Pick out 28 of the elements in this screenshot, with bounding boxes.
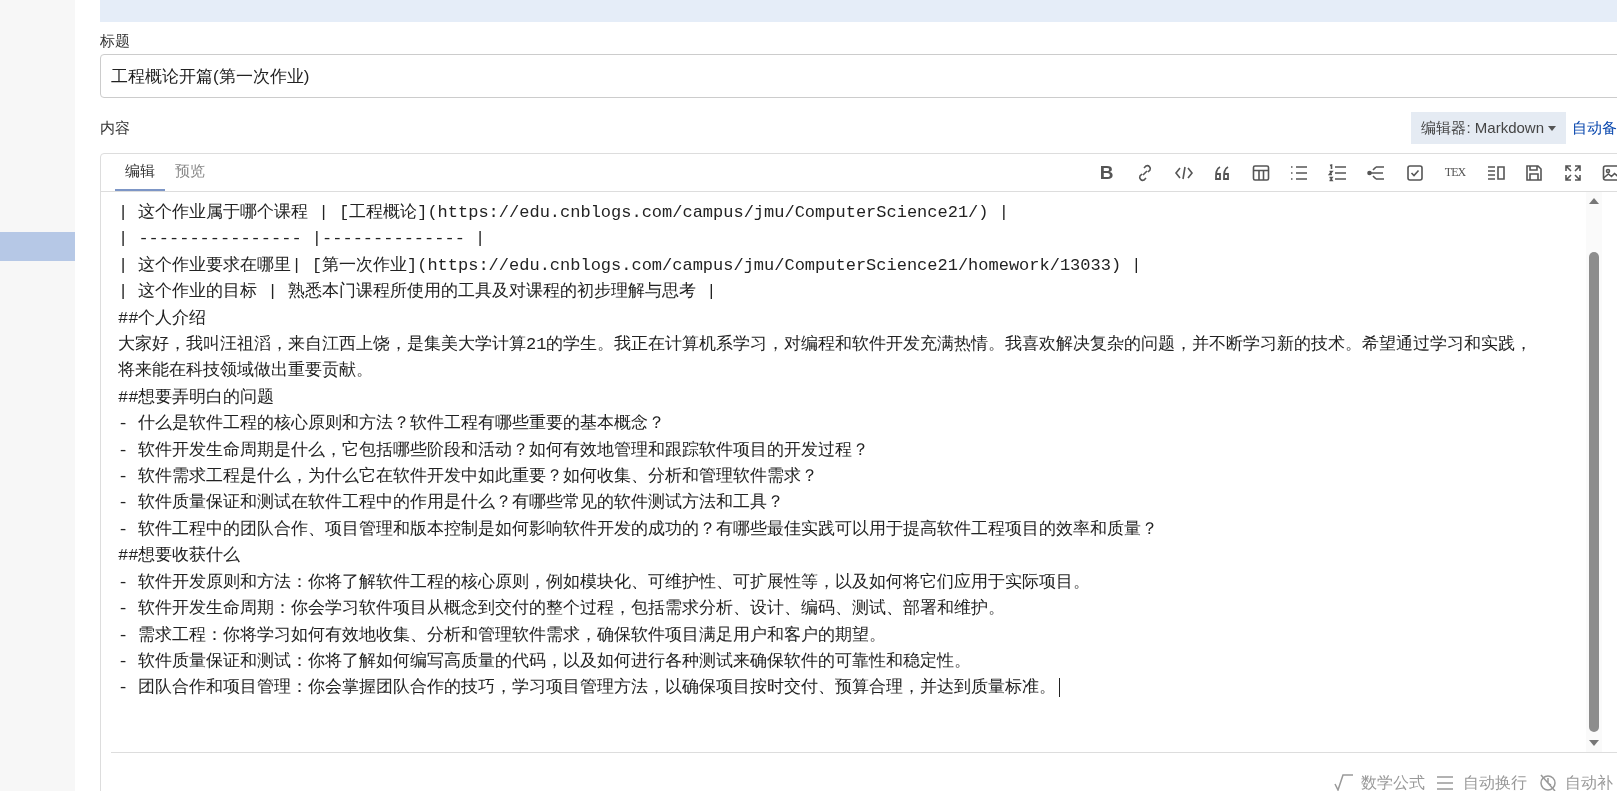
editor-line: ##个人介绍: [118, 307, 208, 330]
editor-line: ##想要收获什么: [118, 545, 242, 568]
editor-line: ##想要弄明白的问题: [118, 386, 276, 409]
editor-line: - 软件质量保证和测试：你将了解如何编写高质量的代码，以及如何进行各种测试来确保软件的可靠性和稳定性。: [118, 650, 973, 673]
field-label: 内容: [100, 118, 130, 138]
editor-line: - 什么是软件工程的核心原则和方法？软件工程有哪些重要的基本概念？: [118, 412, 667, 436]
editor-line: - 软件开发原则和方法：你将了解软件工程的核心原则，例如模块化、可维护性、可扩展性等，以及如何将它们应用于实际项目。: [118, 571, 1092, 594]
editor-line: - 软件开发生命周期是什么，它包括哪些阶段和活动？如何有效地管理和跟踪软件项目的开发过程？: [118, 439, 871, 462]
title-field[interactable]: 工程概论开篇(第一次作业): [100, 54, 1617, 98]
editor-line: - 需求工程：你将学习如何有效地收集、分析和管理软件需求，确保软件项目满足用户和客户的期望。: [118, 624, 888, 647]
editor-dropdown[interactable]: 编辑器: Markdown: [1411, 112, 1566, 144]
editor-line: - 团队合作和项目管理：你会掌握团队合作的技巧，学习项目管理方法，以确保项目按时交付、预算合理，并达到质量标准。: [118, 675, 1586, 702]
editor-line: | 这个作业要求在哪里| [第一次作业](https://edu.cnblogs.com/campus/jmu/ComputerScience21/homework/13033) |: [118, 254, 1143, 277]
editor-line: 大家好，我叫汪祖滔，来自江西上饶，是集美大学计算21的学生。我正在计算机系学习，对编程和软件开发充满热情。我喜欢解决复杂的问题，并不断学习新的技术。希望通过学习和实践，: [118, 333, 1534, 357]
editor-line: - 软件工程中的团队合作、项目管理和版本控制是如何影响软件开发的成功的？有哪些最佳实践可以用于提高软件工程项目的效率和质量？: [118, 518, 1160, 541]
bold-button[interactable]: B: [1096, 161, 1117, 184]
autosave-link[interactable]: 自动备: [1572, 118, 1617, 138]
tex-button[interactable]: TEX: [1443, 165, 1467, 180]
editor-line: 将来能在科技领域做出重要贡献。: [118, 360, 374, 383]
editor-tab[interactable]: 编辑: [115, 156, 165, 191]
editor-line: - 软件质量保证和测试在软件工程中的作用是什么？有哪些常见的软件测试方法和工具？: [118, 492, 786, 515]
editor-tab[interactable]: 预览: [165, 156, 215, 191]
editor-line: - 软件开发生命周期：你会学习软件项目从概念到交付的整个过程，包括需求分析、设计、编码、测试、部署和维护。: [118, 597, 1007, 621]
editor-line: | ---------------- |-------------- |: [118, 228, 487, 251]
editor-line: | 这个作业的目标 | 熟悉本门课程所使用的工具及对课程的初步理解与思考 |: [118, 280, 718, 304]
editor-line: | 这个作业属于哪个课程 | [工程概论](https://edu.cnblogs.com/campus/jmu/ComputerScience21/) |: [118, 202, 1010, 224]
field-label: 标题: [100, 31, 131, 51]
editor-line: - 软件需求工程是什么，为什么它在软件开发中如此重要？如何收集、分析和管理软件需求？: [118, 465, 820, 489]
